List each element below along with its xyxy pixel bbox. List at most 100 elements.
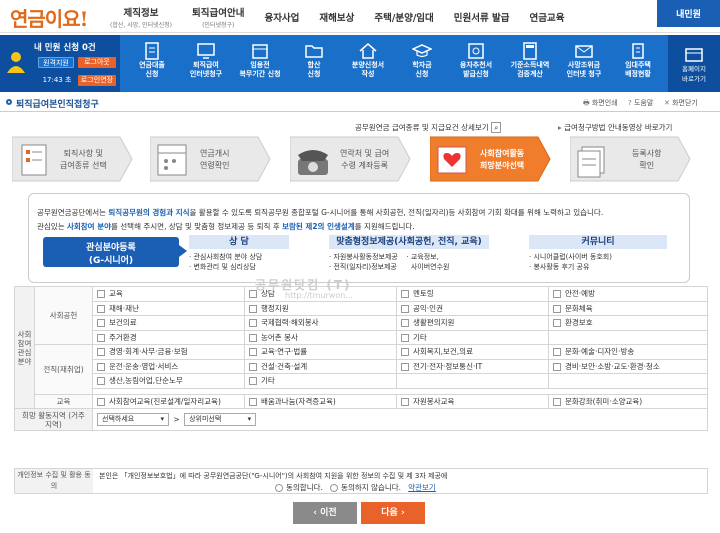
- opt-social-14[interactable]: 기타: [396, 329, 549, 345]
- agree-yes-option[interactable]: 동의합니다.: [275, 483, 323, 492]
- intro-paragraph-2: 관심있는 사회참여 분야를 선택해 주시면, 상담 및 맞춤형 정보제공 등 퇴…: [37, 222, 415, 231]
- service-rental-status[interactable]: 임대주택 배정현황: [613, 35, 663, 92]
- benefit-detail-link[interactable]: 공무원연금 급여종류 및 지급요건 상세보기 ⌕: [355, 122, 502, 133]
- checkbox[interactable]: [249, 362, 257, 371]
- nav-item-retirement[interactable]: 퇴직급여안내 (인터넷청구): [182, 0, 254, 33]
- service-tuition[interactable]: 학자금 신청: [397, 35, 447, 92]
- checkbox[interactable]: [249, 377, 257, 386]
- checkbox[interactable]: [401, 304, 409, 313]
- opt-job-4[interactable]: 운전·운송·영업·서비스: [92, 358, 245, 374]
- opt-job-7[interactable]: 경비·보안·소방·교도·환경·청소: [548, 358, 708, 374]
- building-icon: [632, 43, 644, 59]
- my-minwon-button[interactable]: 내민원: [657, 0, 720, 27]
- checkbox[interactable]: [97, 362, 105, 371]
- checkbox[interactable]: [553, 319, 561, 328]
- checkbox[interactable]: [249, 319, 257, 328]
- checkbox[interactable]: [401, 397, 409, 406]
- checkbox[interactable]: [249, 304, 257, 313]
- checkbox[interactable]: [553, 362, 561, 371]
- extend-login-button[interactable]: 로그인연장: [78, 75, 116, 86]
- help-button[interactable]: ? 도움말: [628, 98, 653, 108]
- play-icon: ▸: [558, 123, 562, 132]
- radio-button[interactable]: [275, 484, 283, 492]
- opt-social-11[interactable]: 환경보호: [548, 315, 708, 331]
- checkbox[interactable]: [97, 377, 105, 386]
- opt-social-4[interactable]: 재해·재난: [92, 300, 245, 316]
- opt-social-0[interactable]: 교육: [92, 286, 245, 302]
- opt-social-10[interactable]: 생활편의지원: [396, 315, 549, 331]
- checkbox[interactable]: [401, 319, 409, 328]
- opt-social-3[interactable]: 안전·예방: [548, 286, 708, 302]
- checkbox[interactable]: [97, 319, 105, 328]
- arrow-right-icon: [179, 245, 187, 257]
- checkbox[interactable]: [249, 348, 257, 357]
- checkbox[interactable]: [97, 304, 105, 313]
- opt-social-5[interactable]: 행정지원: [244, 300, 397, 316]
- checkbox[interactable]: [249, 397, 257, 406]
- opt-social-2[interactable]: 멘토링: [396, 286, 549, 302]
- agree-no-option[interactable]: 동의하지 않습니다.: [330, 483, 401, 492]
- opt-job-1[interactable]: 교육·연구·법률: [244, 344, 397, 360]
- service-service-period[interactable]: 임용전 복무기간 신청: [235, 35, 285, 92]
- checkbox[interactable]: [553, 304, 561, 313]
- service-income-verify[interactable]: 기준소득내역 검증계산: [505, 35, 555, 92]
- nav-item-jobinfo[interactable]: 제직정보 (합산, 사망, 인터넷신청): [100, 0, 182, 33]
- nav-item-loan[interactable]: 융자사업: [254, 0, 309, 33]
- service-condolence[interactable]: 사망조위금 인터넷 청구: [559, 35, 609, 92]
- checkbox[interactable]: [401, 362, 409, 371]
- house-icon: [359, 43, 377, 59]
- nav-item-documents[interactable]: 민원서류 발급: [444, 0, 520, 33]
- guide-video-link[interactable]: ▸ 급여청구방법 안내동영상 바로가기: [558, 122, 672, 133]
- opt-job-0[interactable]: 경영·회계·사무·금융·보험: [92, 344, 245, 360]
- checkbox[interactable]: [401, 290, 409, 299]
- opt-social-9[interactable]: 국제협력·해외봉사: [244, 315, 397, 331]
- nav-item-disaster[interactable]: 재해보상: [309, 0, 364, 33]
- checkbox[interactable]: [553, 290, 561, 299]
- region-select-primary[interactable]: 선택하세요 ▾: [97, 413, 169, 426]
- opt-edu-3[interactable]: 문화강좌(취미·소양교육): [548, 393, 708, 409]
- next-button[interactable]: 다음 ›: [361, 502, 425, 524]
- service-loan[interactable]: 연금대출 신청: [127, 35, 177, 92]
- radio-button[interactable]: [330, 484, 339, 492]
- opt-edu-2[interactable]: 자원봉사교육: [396, 393, 549, 409]
- checkbox[interactable]: [401, 333, 409, 342]
- opt-job-8[interactable]: 생산,농림어업,단순노무: [92, 373, 245, 389]
- region-select-secondary[interactable]: 상위미선택 ▾: [184, 413, 257, 426]
- opt-edu-0[interactable]: 사회참여교육(진로설계/일자리교육): [92, 393, 245, 409]
- opt-social-13[interactable]: 농어촌 봉사: [244, 329, 397, 345]
- service-retirement-claim[interactable]: 퇴직급여 인터넷청구: [181, 35, 231, 92]
- checkbox[interactable]: [553, 397, 561, 406]
- opt-social-12[interactable]: 주거환경: [92, 329, 245, 345]
- service-sale-application[interactable]: 분양신청서 작성: [343, 35, 393, 92]
- checkbox[interactable]: [97, 333, 105, 342]
- print-button[interactable]: 🖶 화면인쇄: [583, 98, 618, 110]
- sitemap-button[interactable]: 홈페이지 바로가기: [668, 35, 720, 92]
- service-loan-recommendation[interactable]: 융자추천서 발급신청: [451, 35, 501, 92]
- checkbox[interactable]: [97, 397, 105, 406]
- opt-edu-1[interactable]: 배움과나눔(자격증교육): [244, 393, 397, 409]
- intro-paragraph-1: 공무원연금공단에서는 퇴직공무원의 경험과 지식을 활용할 수 있도록 퇴직공무…: [37, 208, 604, 217]
- opt-job-3[interactable]: 문화·예술·디자인·방송: [548, 344, 708, 360]
- opt-social-6[interactable]: 공익·인권: [396, 300, 549, 316]
- checkbox[interactable]: [97, 290, 105, 299]
- opt-job-6[interactable]: 전기·전자·정보통신·IT: [396, 358, 549, 374]
- checkbox[interactable]: [401, 348, 409, 357]
- close-button[interactable]: ✕ 화면닫기: [664, 98, 698, 108]
- opt-job-5[interactable]: 건설·건축·설계: [244, 358, 397, 374]
- opt-job-2[interactable]: 사회복지,보건,의료: [396, 344, 549, 360]
- checkbox[interactable]: [553, 348, 561, 357]
- opt-social-7[interactable]: 문화체육: [548, 300, 708, 316]
- nav-item-housing[interactable]: 주택/분양/임대: [364, 0, 443, 33]
- nav-item-education[interactable]: 연금교육: [520, 0, 575, 33]
- checkbox[interactable]: [249, 333, 257, 342]
- logout-button[interactable]: 로그아웃: [78, 57, 116, 68]
- opt-social-8[interactable]: 보건의료: [92, 315, 245, 331]
- checkbox[interactable]: [97, 348, 105, 357]
- region-label: 희망 활동지역 (거주지역): [14, 408, 93, 431]
- opt-job-9[interactable]: 기타: [244, 373, 397, 389]
- site-logo[interactable]: 연금이요!: [10, 3, 88, 32]
- remote-support-button[interactable]: 원격지원: [38, 57, 74, 68]
- prev-button[interactable]: ‹ 이전: [293, 502, 357, 524]
- terms-link[interactable]: 약관보기: [408, 483, 436, 492]
- service-merge[interactable]: 합산 신청: [289, 35, 339, 92]
